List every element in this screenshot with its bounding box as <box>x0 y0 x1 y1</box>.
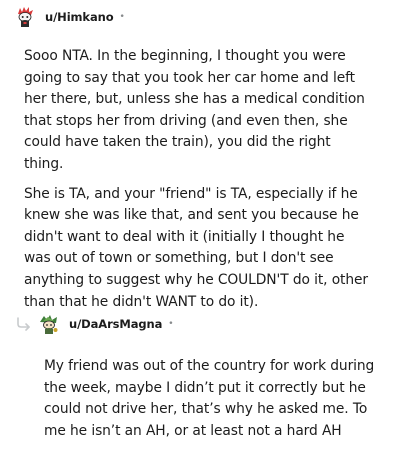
user-avatar-icon[interactable] <box>38 313 60 335</box>
comment-body: Sooo NTA. In the beginning, I thought yo… <box>24 46 374 313</box>
comment-paragraph: Sooo NTA. In the beginning, I thought yo… <box>24 48 365 172</box>
username[interactable]: u/Himkano <box>45 10 114 24</box>
meta-separator: • <box>168 318 174 329</box>
meta-separator: • <box>119 11 125 22</box>
reply-arrow-icon <box>14 316 34 332</box>
username[interactable]: u/DaArsMagna <box>69 317 162 331</box>
user-avatar-icon[interactable] <box>14 6 36 28</box>
comment-paragraph: She is TA, and your "friend" is TA, espe… <box>24 185 368 310</box>
comment-himkano: u/Himkano • Sooo NTA. In the beginning, … <box>14 6 386 321</box>
comment-daarsmagna: u/DaArsMagna • My friend was out of the … <box>14 312 386 442</box>
comment-header: u/DaArsMagna • <box>14 312 386 336</box>
comment-header: u/Himkano • <box>14 6 386 28</box>
comment-body: My friend was out of the country for wor… <box>44 356 384 442</box>
comment-paragraph: My friend was out of the country for wor… <box>44 358 375 439</box>
